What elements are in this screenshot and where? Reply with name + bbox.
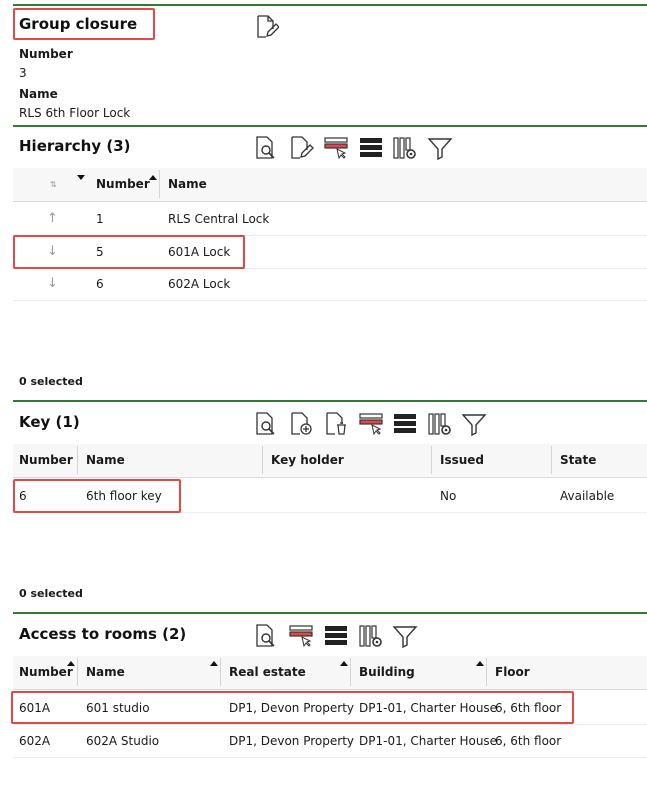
list-view-icon[interactable] [392,411,418,437]
column-divider[interactable] [159,170,160,198]
row-number: 1 [96,212,104,226]
delete-document-icon[interactable] [323,411,349,437]
row-floor: 6, 6th floor [495,734,562,748]
column-header-real-estate[interactable]: Real estate [229,656,306,688]
section-divider [13,4,647,6]
column-header-issued[interactable]: Issued [440,444,484,476]
sort-asc-icon[interactable] [340,661,348,666]
add-document-icon[interactable] [288,411,314,437]
column-divider[interactable] [77,446,78,474]
column-header-name[interactable]: Name [86,444,125,476]
view-details-icon[interactable] [253,135,279,161]
column-header-floor[interactable]: Floor [495,656,530,688]
table-row[interactable]: ↓ 6 602A Lock [13,268,647,301]
column-divider[interactable] [486,658,487,686]
highlight-box [13,235,245,269]
section-divider [13,612,647,614]
column-header-building[interactable]: Building [359,656,415,688]
access-table-header: Number Name Real estate Building Floor [13,656,647,690]
column-header-number[interactable]: Number [96,168,150,200]
column-divider[interactable] [262,446,263,474]
column-settings-icon[interactable] [358,623,384,649]
row-name: 602A Studio [86,734,160,748]
row-number: 602A [19,734,51,748]
row-name: 602A Lock [168,277,231,291]
section-divider [13,125,647,127]
column-header-name[interactable]: Name [86,656,125,688]
table-row[interactable]: 602A 602A Studio DP1, Devon Property DP1… [13,725,647,758]
sort-asc-icon[interactable] [149,175,157,180]
column-header-key-holder[interactable]: Key holder [271,444,344,476]
edit-document-icon[interactable] [253,14,279,40]
edit-icon[interactable] [288,135,314,161]
sort-desc-icon[interactable] [77,175,85,180]
row-issued: No [440,489,457,503]
column-divider[interactable] [350,658,351,686]
column-header-number[interactable]: Number [19,444,73,476]
row-state: Available [560,489,615,503]
select-rows-icon[interactable] [358,411,384,437]
column-divider[interactable] [220,658,221,686]
number-value: 3 [19,66,27,80]
table-row[interactable]: ↑ 1 RLS Central Lock [13,203,647,236]
list-view-icon[interactable] [323,623,349,649]
access-title: Access to rooms (2) [19,625,187,643]
column-divider[interactable] [551,446,552,474]
key-table-header: Number Name Key holder Issued State [13,444,647,478]
sort-asc-icon[interactable] [476,661,484,666]
column-header-name[interactable]: Name [168,168,207,200]
view-details-icon[interactable] [253,623,279,649]
filter-icon[interactable] [392,623,418,649]
selection-count: 0 selected [19,587,83,600]
filter-icon[interactable] [427,135,453,161]
hierarchy-table-header: ⇅ Number Name [13,168,647,202]
row-name: RLS Central Lock [168,212,270,226]
list-view-icon[interactable] [358,135,384,161]
up-arrow-icon[interactable]: ↑ [47,203,58,235]
column-divider[interactable] [77,658,78,686]
row-number: 6 [96,277,104,291]
select-rows-icon[interactable] [288,623,314,649]
column-settings-icon[interactable] [392,135,418,161]
name-label: Name [19,87,58,101]
row-building: DP1-01, Charter House [359,734,498,748]
sort-order-icon[interactable]: ⇅ [50,180,57,189]
number-label: Number [19,47,73,61]
sort-asc-icon[interactable] [210,661,218,666]
highlight-box [13,479,181,513]
key-title: Key (1) [19,413,80,431]
select-rows-icon[interactable] [323,135,349,161]
column-divider[interactable] [431,446,432,474]
filter-icon[interactable] [461,411,487,437]
hierarchy-title: Hierarchy (3) [19,137,131,155]
column-settings-icon[interactable] [427,411,453,437]
row-real-estate: DP1, Devon Property [229,734,355,748]
section-divider [13,400,647,402]
down-arrow-icon[interactable]: ↓ [47,268,58,300]
column-header-state[interactable]: State [560,444,596,476]
selection-count: 0 selected [19,375,83,388]
sort-asc-icon[interactable] [67,661,75,666]
highlight-box [11,691,574,724]
column-header-number[interactable]: Number [19,656,73,688]
view-details-icon[interactable] [253,411,279,437]
name-value: RLS 6th Floor Lock [19,106,131,120]
highlight-box [13,8,155,40]
